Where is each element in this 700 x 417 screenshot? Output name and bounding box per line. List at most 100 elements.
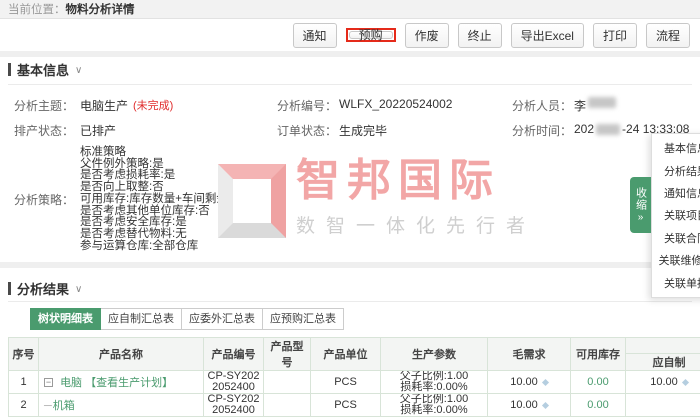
section-divider (0, 51, 700, 57)
menu-item-related-docs[interactable]: 关联单据 (652, 275, 700, 291)
menu-item-related-repair[interactable]: 关联维修单 (652, 252, 700, 268)
pre-purchase-button[interactable]: 预购 (349, 31, 393, 39)
field-order-status: 订单状态： 生成完毕 (277, 122, 387, 139)
table-row[interactable]: 2 ─机箱 CP-SY2022052400 PCS 父子比例:1.00损耗率:0… (9, 394, 700, 417)
product-name-cell: ─机箱 (39, 394, 204, 417)
field-analysis-subject: 分析主题： 电脑生产 (未完成) (10, 97, 173, 114)
analysis-result-section-header[interactable]: 分析结果 ∨ (0, 278, 82, 298)
product-name-link[interactable]: 电脑 (60, 377, 82, 389)
export-excel-button[interactable]: 导出Excel (511, 23, 584, 48)
field-label: 排产状态： (10, 122, 74, 139)
field-value: 电脑生产 (80, 97, 128, 114)
brand-watermark: 智邦国际 数智一体化先行者 (218, 158, 536, 238)
breadcrumb-prefix: 当前位置： (8, 1, 66, 17)
product-unit-cell: PCS (311, 394, 381, 417)
product-name-cell: − 电脑 【查看生产计划】 (39, 371, 204, 394)
diamond-icon[interactable] (682, 379, 689, 386)
menu-item-basic-info[interactable]: 基本信息 (652, 140, 700, 156)
col-header-suggestion-group (626, 338, 700, 354)
page-title: 物料分析详情 (66, 1, 135, 17)
menu-item-related-project[interactable]: 关联项目 (652, 207, 700, 223)
production-params-cell: 父子比例:1.00损耗率:0.00% (381, 394, 488, 417)
strategy-line: 标准策略 (80, 147, 251, 159)
row-index: 2 (9, 394, 39, 417)
col-header-index: 序号 (9, 338, 39, 371)
available-stock-cell[interactable]: 0.00 (571, 394, 626, 417)
field-label: 分析编号： (277, 97, 333, 114)
col-header-product-name: 产品名称 (39, 338, 204, 371)
chevron-down-icon[interactable]: ∨ (75, 284, 82, 295)
divider (8, 84, 692, 85)
tree-collapse-icon[interactable]: − (44, 378, 53, 387)
strategy-line: 可用库存:库存数量+车间剩余数量 (80, 194, 251, 206)
diamond-icon[interactable] (542, 379, 549, 386)
status-badge: (未完成) (133, 97, 173, 114)
brand-slogan: 数智一体化先行者 (296, 211, 536, 238)
field-label: 分析主题： (10, 97, 74, 114)
view-production-plan-link[interactable]: 【查看生产计划】 (85, 377, 173, 389)
watermark-text: 智邦国际 数智一体化先行者 (296, 158, 536, 238)
field-value: 已排产 (80, 122, 116, 139)
field-analysis-strategy: 分析策略： 标准策略 父件例外策略:是 是否考虑损耗率:是 是否向上取整:否 可… (10, 147, 251, 252)
table-row[interactable]: 1 − 电脑 【查看生产计划】 CP-SY2022052400 PCS 父子比例… (9, 371, 700, 394)
result-tabs: 树状明细表 应自制汇总表 应委外汇总表 应预购汇总表 (30, 308, 344, 330)
analysis-result-title: 分析结果 (17, 279, 69, 298)
redacted-area (588, 97, 616, 108)
col-header-product-unit: 产品单位 (311, 338, 381, 371)
tab-outsource-summary[interactable]: 应委外汇总表 (182, 308, 263, 330)
strategy-lines: 标准策略 父件例外策略:是 是否考虑损耗率:是 是否向上取整:否 可用库存:库存… (80, 147, 251, 252)
available-stock-cell[interactable]: 0.00 (571, 371, 626, 394)
field-value: WLFX_20220524002 (339, 97, 452, 114)
strategy-line: 是否考虑替代物料:无 (80, 229, 251, 241)
notify-button[interactable]: 通知 (293, 23, 337, 48)
terminate-button[interactable]: 终止 (458, 23, 502, 48)
field-analysis-no: 分析编号： WLFX_20220524002 (277, 97, 452, 114)
flow-button[interactable]: 流程 (646, 23, 690, 48)
basic-info-section-header[interactable]: 基本信息 ∨ (0, 59, 82, 79)
print-button[interactable]: 打印 (593, 23, 637, 48)
toolbar: 通知 预购 作废 终止 导出Excel 打印 流程 (0, 19, 700, 51)
tree-branch-line: ─ (44, 400, 52, 412)
anchor-menu: 基本信息 分析结果 通知信息 关联项目 关联合同 关联维修单 关联单据 (651, 133, 700, 298)
row-index: 1 (9, 371, 39, 394)
annotation-red-box: 预购 (346, 28, 396, 42)
chevron-down-icon[interactable]: ∨ (75, 65, 82, 76)
product-model-cell (264, 394, 311, 417)
col-header-available-stock: 可用库存 (571, 338, 626, 371)
field-label: 分析时间： (512, 122, 568, 139)
diamond-icon[interactable] (542, 402, 549, 409)
brand-name: 智邦国际 (296, 158, 536, 204)
product-code-cell: CP-SY2022052400 (204, 394, 264, 417)
section-divider (0, 262, 700, 268)
production-params-cell: 父子比例:1.00损耗率:0.00% (381, 371, 488, 394)
gross-demand-cell: 10.00 (488, 371, 571, 394)
field-label: 订单状态： (277, 122, 333, 139)
collapse-panel-button[interactable]: 收缩 » (630, 177, 651, 233)
self-make-cell (626, 394, 700, 417)
field-label: 分析策略： (10, 191, 74, 208)
result-table: 序号 产品名称 产品编号 产品型号 产品单位 生产参数 毛需求 可用库存 应自制… (8, 337, 700, 417)
double-arrow-icon: » (638, 212, 644, 224)
self-make-cell: 10.00 (626, 371, 700, 394)
redacted-area (596, 124, 620, 135)
void-button[interactable]: 作废 (405, 23, 449, 48)
tab-self-make-summary[interactable]: 应自制汇总表 (101, 308, 182, 330)
field-label: 分析人员： (512, 97, 568, 114)
material-analysis-detail-page: 当前位置： 物料分析详情 通知 预购 作废 终止 导出Excel 打印 流程 基… (0, 0, 700, 417)
tab-prepurchase-summary[interactable]: 应预购汇总表 (263, 308, 344, 330)
col-header-product-code: 产品编号 (204, 338, 264, 371)
tab-tree-detail[interactable]: 树状明细表 (30, 308, 101, 330)
product-name-link[interactable]: 机箱 (53, 400, 75, 412)
breadcrumb: 当前位置： 物料分析详情 (0, 0, 700, 19)
field-analyst: 分析人员： 李 (512, 97, 618, 114)
col-header-product-model: 产品型号 (264, 338, 311, 371)
field-value: 生成完毕 (339, 122, 387, 139)
menu-item-related-contract[interactable]: 关联合同 (652, 230, 700, 246)
section-marker (8, 282, 11, 295)
menu-item-analysis-result[interactable]: 分析结果 (652, 163, 700, 179)
section-marker (8, 63, 11, 76)
divider (8, 301, 692, 302)
field-schedule-status: 排产状态： 已排产 (10, 122, 116, 139)
basic-info-title: 基本信息 (17, 60, 69, 79)
menu-item-notify-info[interactable]: 通知信息 (652, 185, 700, 201)
